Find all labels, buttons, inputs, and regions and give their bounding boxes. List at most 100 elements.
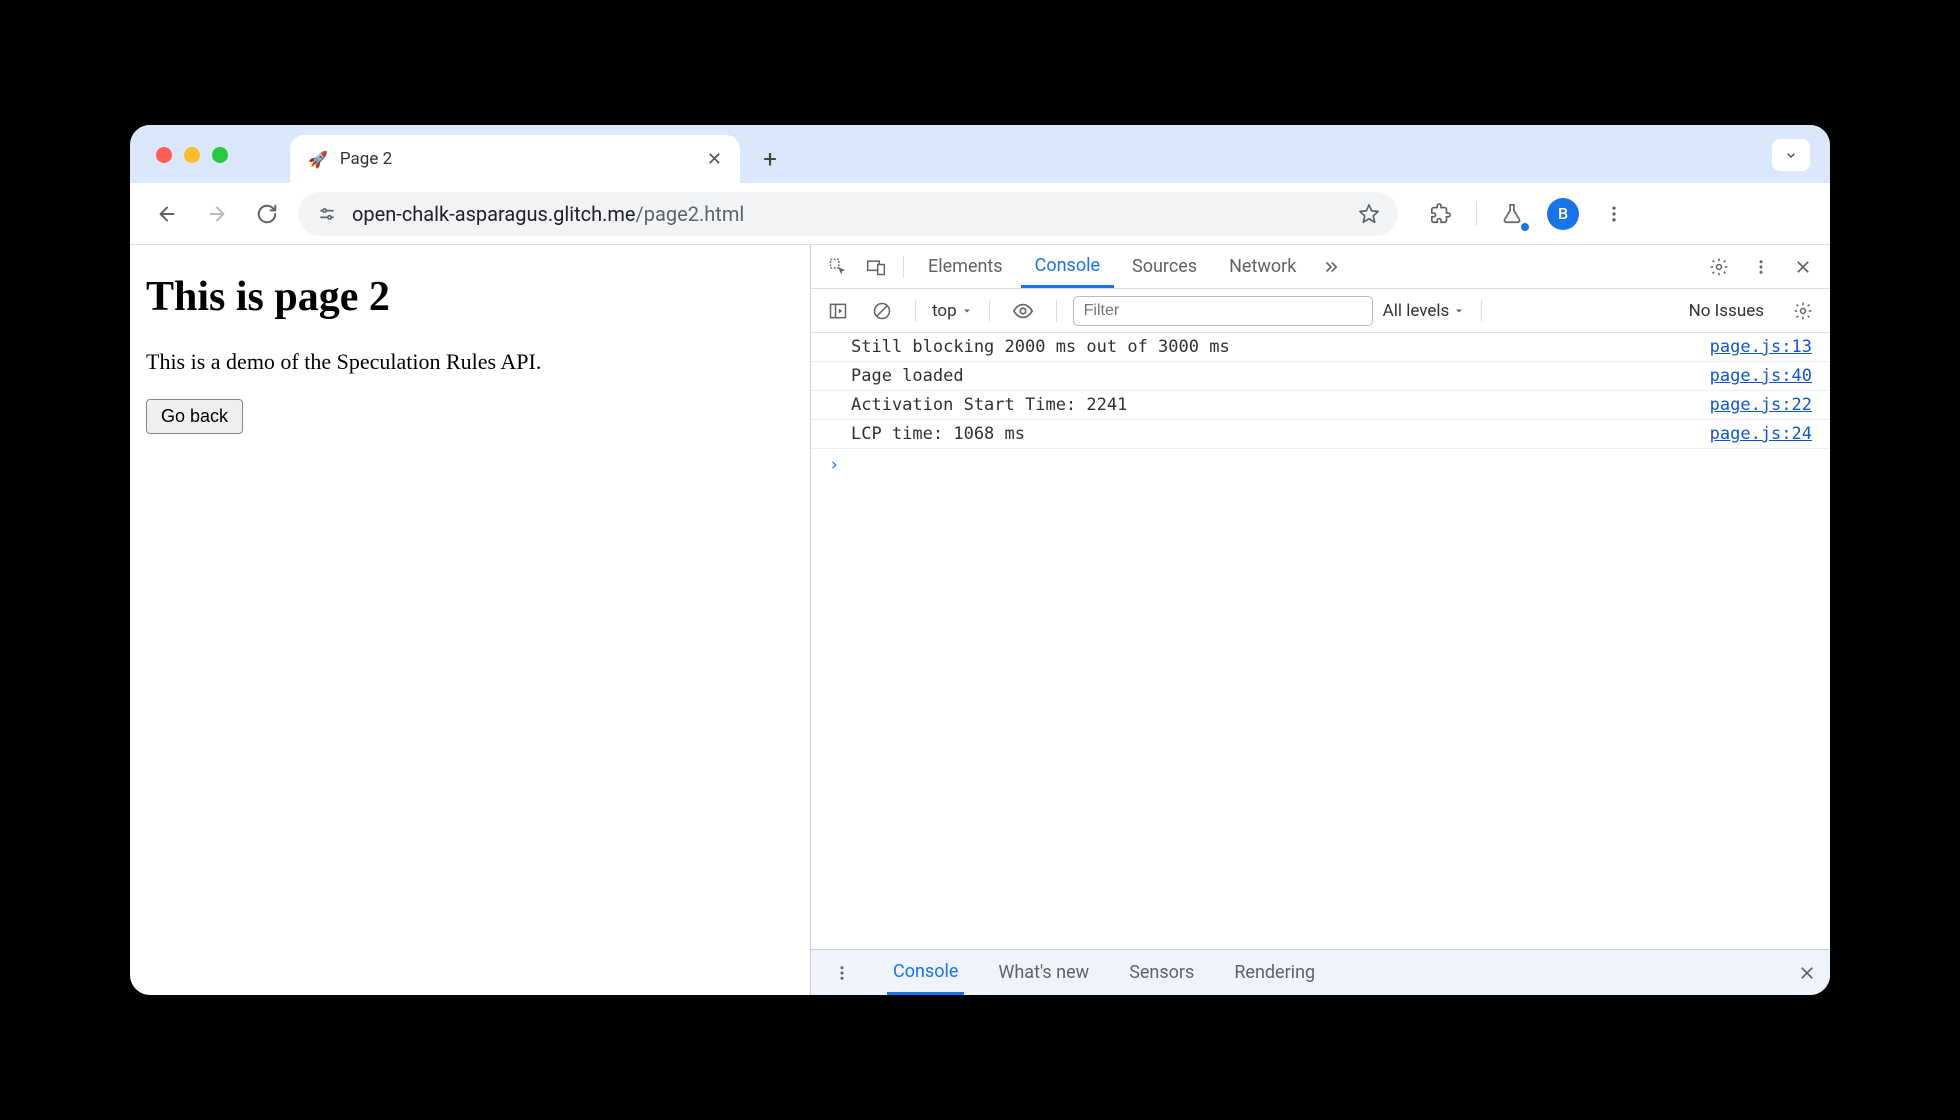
divider — [903, 256, 904, 278]
drawer-menu-button[interactable] — [825, 956, 859, 990]
close-devtools-button[interactable] — [1786, 250, 1820, 284]
chevrons-right-icon — [1322, 258, 1340, 276]
bookmark-button[interactable] — [1358, 203, 1380, 225]
log-levels-selector[interactable]: All levels — [1383, 301, 1466, 321]
star-icon — [1358, 203, 1380, 225]
devices-icon — [866, 257, 886, 277]
forward-button[interactable] — [198, 195, 236, 233]
new-tab-button[interactable]: + — [752, 141, 788, 177]
back-button[interactable] — [148, 195, 186, 233]
devtools-panel: Elements Console Sources Network — [810, 245, 1830, 995]
divider — [1481, 300, 1482, 322]
live-expression-button[interactable] — [1006, 294, 1040, 328]
drawer-tab-rendering[interactable]: Rendering — [1228, 950, 1321, 995]
site-info-icon[interactable] — [316, 203, 338, 225]
tab-elements[interactable]: Elements — [914, 245, 1017, 288]
drawer-tab-console[interactable]: Console — [887, 950, 964, 995]
tab-title: Page 2 — [340, 149, 695, 169]
sidebar-icon — [828, 301, 848, 321]
url-text: open-chalk-asparagus.glitch.me/page2.htm… — [352, 202, 744, 226]
log-source-link[interactable]: page.js:40 — [1710, 366, 1812, 386]
puzzle-icon — [1430, 203, 1452, 225]
notification-dot — [1521, 223, 1529, 231]
device-toolbar-button[interactable] — [859, 250, 893, 284]
browser-window: 🚀 Page 2 ✕ + open-chalk-asparagus.glitch… — [130, 125, 1830, 995]
page-content: This is page 2 This is a demo of the Spe… — [130, 245, 810, 995]
devtools-menu-button[interactable] — [1744, 250, 1778, 284]
arrow-right-icon — [206, 203, 228, 225]
console-output: Still blocking 2000 ms out of 3000 ms pa… — [811, 333, 1830, 949]
log-source-link[interactable]: page.js:22 — [1710, 395, 1812, 415]
console-row: Page loaded page.js:40 — [811, 362, 1830, 391]
console-settings-button[interactable] — [1786, 294, 1820, 328]
close-drawer-button[interactable] — [1798, 964, 1816, 982]
window-controls — [156, 147, 228, 163]
issues-status[interactable]: No Issues — [1689, 301, 1764, 321]
clear-console-button[interactable] — [865, 294, 899, 328]
tabs-dropdown-button[interactable] — [1772, 139, 1810, 171]
tab-favicon: 🚀 — [308, 150, 328, 169]
tab-bar: 🚀 Page 2 ✕ + — [130, 125, 1830, 183]
console-row: Still blocking 2000 ms out of 3000 ms pa… — [811, 333, 1830, 362]
browser-menu-button[interactable] — [1595, 195, 1633, 233]
reload-button[interactable] — [248, 195, 286, 233]
main-area: This is page 2 This is a demo of the Spe… — [130, 245, 1830, 995]
console-prompt[interactable]: › — [811, 449, 1830, 481]
kebab-icon — [1752, 258, 1770, 276]
tab-sources[interactable]: Sources — [1118, 245, 1211, 288]
divider — [915, 300, 916, 322]
clear-icon — [872, 301, 892, 321]
log-message: LCP time: 1068 ms — [851, 424, 1710, 444]
go-back-button[interactable]: Go back — [146, 399, 243, 434]
filter-input[interactable] — [1073, 296, 1373, 326]
log-source-link[interactable]: page.js:13 — [1710, 337, 1812, 357]
drawer-tab-sensors[interactable]: Sensors — [1123, 950, 1200, 995]
kebab-icon — [833, 964, 851, 982]
page-heading: This is page 2 — [146, 273, 794, 321]
close-tab-button[interactable]: ✕ — [707, 149, 722, 170]
devtools-settings-button[interactable] — [1702, 250, 1736, 284]
address-bar[interactable]: open-chalk-asparagus.glitch.me/page2.htm… — [298, 192, 1398, 236]
arrow-left-icon — [156, 203, 178, 225]
console-toolbar: top All levels No Issues — [811, 289, 1830, 333]
reload-icon — [256, 203, 278, 225]
close-window-button[interactable] — [156, 147, 172, 163]
page-description: This is a demo of the Speculation Rules … — [146, 349, 794, 375]
divider — [1056, 300, 1057, 322]
tab-console[interactable]: Console — [1021, 245, 1114, 288]
console-row: LCP time: 1068 ms page.js:24 — [811, 420, 1830, 449]
triangle-down-icon — [1453, 305, 1465, 317]
log-source-link[interactable]: page.js:24 — [1710, 424, 1812, 444]
browser-toolbar: open-chalk-asparagus.glitch.me/page2.htm… — [130, 183, 1830, 245]
tab-network[interactable]: Network — [1215, 245, 1310, 288]
browser-tab[interactable]: 🚀 Page 2 ✕ — [290, 135, 740, 183]
log-message: Still blocking 2000 ms out of 3000 ms — [851, 337, 1710, 357]
chevron-down-icon — [1783, 147, 1799, 163]
log-message: Page loaded — [851, 366, 1710, 386]
profile-avatar[interactable]: B — [1547, 198, 1579, 230]
close-icon — [1798, 964, 1816, 982]
inspect-icon — [828, 257, 848, 277]
more-tabs-button[interactable] — [1314, 250, 1348, 284]
eye-icon — [1012, 300, 1034, 322]
maximize-window-button[interactable] — [212, 147, 228, 163]
triangle-down-icon — [961, 305, 973, 317]
drawer-tab-whatsnew[interactable]: What's new — [992, 950, 1095, 995]
gear-icon — [1793, 301, 1813, 321]
kebab-icon — [1604, 204, 1624, 224]
devtools-tab-bar: Elements Console Sources Network — [811, 245, 1830, 289]
log-message: Activation Start Time: 2241 — [851, 395, 1710, 415]
gear-icon — [1709, 257, 1729, 277]
flask-icon — [1501, 203, 1523, 225]
devtools-drawer: Console What's new Sensors Rendering — [811, 949, 1830, 995]
console-row: Activation Start Time: 2241 page.js:22 — [811, 391, 1830, 420]
toggle-sidebar-button[interactable] — [821, 294, 855, 328]
close-icon — [1794, 258, 1812, 276]
inspect-element-button[interactable] — [821, 250, 855, 284]
minimize-window-button[interactable] — [184, 147, 200, 163]
divider — [1476, 202, 1477, 226]
extensions-button[interactable] — [1422, 195, 1460, 233]
divider — [989, 300, 990, 322]
context-selector[interactable]: top — [932, 301, 973, 321]
labs-button[interactable] — [1493, 195, 1531, 233]
